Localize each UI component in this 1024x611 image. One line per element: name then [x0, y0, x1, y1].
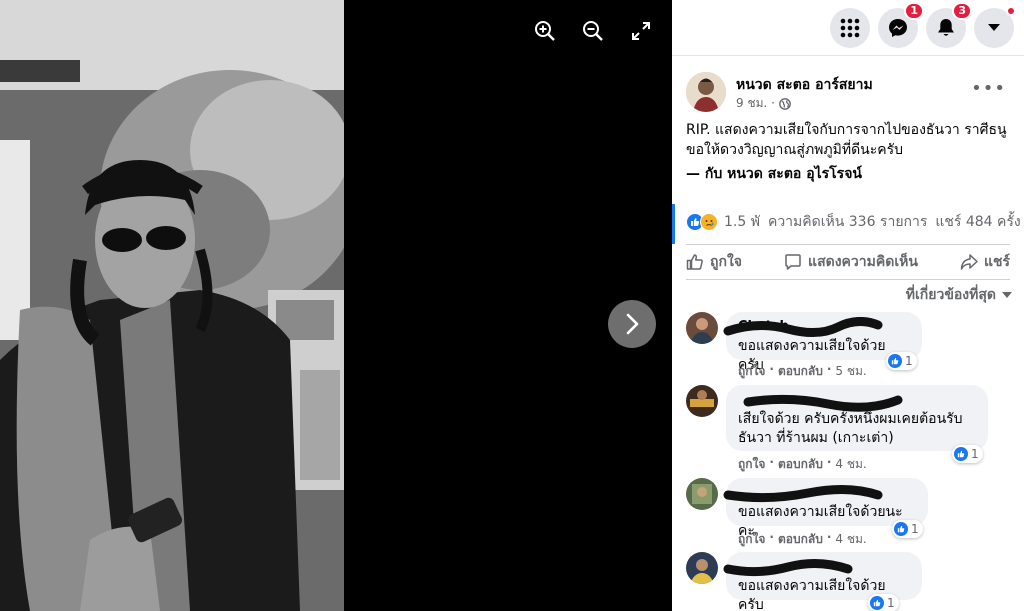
comment-like-link[interactable]: ถูกใจ: [738, 362, 765, 381]
comment-like-link[interactable]: ถูกใจ: [738, 455, 765, 474]
comment-label: แสดงความคิดเห็น: [808, 254, 918, 270]
like-label: ถูกใจ: [710, 254, 742, 270]
commenter-name[interactable]: [738, 392, 976, 412]
fullscreen-icon: [632, 22, 650, 40]
like-badge-icon: [891, 357, 899, 365]
messenger-button[interactable]: 1: [878, 1, 924, 48]
account-menu-button[interactable]: [974, 5, 1016, 48]
comment-icon: [785, 254, 801, 270]
comment-like-count[interactable]: 1: [952, 445, 983, 463]
sort-label: ที่เกี่ยวข้องที่สุด: [905, 287, 996, 303]
redaction-scribble: [743, 394, 903, 412]
comment-sort-dropdown[interactable]: ที่เกี่ยวข้องที่สุด: [906, 284, 1012, 306]
notifications-badge: 3: [952, 1, 972, 20]
share-button[interactable]: แชร์: [960, 251, 1010, 273]
commenter-name[interactable]: Chatch: [723, 317, 910, 337]
post-body: RIP. แสดงความเสียใจกับการจากไปของธันวา ร…: [686, 120, 1016, 184]
comment-button[interactable]: แสดงความคิดเห็น: [784, 251, 918, 273]
redaction-scribble: [723, 317, 883, 337]
top-navigation: 1 3: [672, 0, 1024, 56]
author-avatar[interactable]: [686, 72, 726, 112]
zoom-out-icon: [583, 21, 603, 41]
post-photo: [0, 0, 344, 611]
zoom-in-button[interactable]: [530, 16, 560, 46]
reaction-count[interactable]: 1.5 พั: [724, 211, 760, 233]
post-meta: 9 ชม. ·: [736, 94, 791, 113]
messenger-icon: [889, 18, 907, 37]
globe-icon: [779, 97, 791, 110]
post-header: หนวด สะตอ อาร์สยาม 9 ชม. · •••: [686, 68, 1014, 112]
zoom-in-icon: [535, 21, 555, 41]
meta-separator: ·: [826, 530, 832, 544]
post-text-line: ขอให้ดวงวิญญาณสู่ภพภูมิที่ดีนะครับ: [686, 142, 904, 158]
comment-like-link[interactable]: ถูกใจ: [738, 530, 765, 549]
focus-indicator: [672, 204, 675, 244]
comment-text: ธันวา ที่ร้านผม (เกาะเต่า): [738, 430, 894, 446]
like-badge-icon: [873, 599, 881, 607]
commenter-name[interactable]: [723, 559, 910, 577]
comment-like-number: 1: [887, 596, 895, 610]
more-options-icon[interactable]: •••: [971, 78, 1006, 99]
reaction-icons[interactable]: [686, 213, 718, 231]
photo-viewer: [0, 0, 672, 611]
meta-separator: ·: [769, 530, 774, 544]
redaction-scribble: [723, 484, 883, 503]
comment-like-number: 1: [905, 354, 913, 368]
sad-reaction-icon: [700, 213, 718, 231]
chevron-right-icon: [626, 313, 639, 335]
next-photo-button[interactable]: [608, 300, 656, 348]
comment-meta: ถูกใจ · ตอบกลับ · 5 ชม.: [738, 362, 867, 381]
share-label: แชร์: [983, 254, 1010, 270]
comment-bubble: เสียใจด้วย ครับครั้งหนึ่งผมเคยต้อนรับ ธั…: [726, 385, 988, 451]
menu-button[interactable]: [830, 7, 870, 48]
author-name[interactable]: หนวด สะตอ อาร์สยาม: [736, 74, 873, 96]
comment-time[interactable]: 5 ชม.: [835, 362, 866, 381]
comment-like-count[interactable]: 1: [886, 352, 917, 370]
share-icon: [960, 254, 978, 270]
fullscreen-button[interactable]: [626, 16, 656, 46]
comment-like-number: 1: [911, 522, 919, 536]
comment-bubble: ขอแสดงความเสียใจด้วยครับ: [723, 552, 922, 611]
account-alert-dot: [1006, 5, 1016, 16]
redaction-scribble: [723, 559, 853, 577]
tagged-with: — กับ หนวด สะตอ อุไรโรจน์: [686, 164, 1016, 184]
comment-like-count[interactable]: 1: [868, 594, 899, 611]
post-time[interactable]: 9 ชม. ·: [736, 94, 775, 113]
comment-meta: ถูกใจ · ตอบกลับ · 4 ชม.: [738, 455, 867, 474]
bell-icon: [938, 18, 954, 36]
meta-separator: ·: [769, 455, 774, 469]
comment-like-number: 1: [971, 447, 979, 461]
comment-reply-link[interactable]: ตอบกลับ: [778, 455, 823, 474]
comment-like-count[interactable]: 1: [892, 520, 923, 538]
meta-separator: ·: [826, 362, 832, 376]
tag-prefix: — กับ: [686, 166, 728, 182]
comment-time[interactable]: 4 ชม.: [835, 455, 866, 474]
comment-reply-link[interactable]: ตอบกลับ: [778, 530, 823, 549]
reaction-stats: 1.5 พั ความคิดเห็น 336 รายการ แชร์ 484 ค…: [686, 210, 1021, 234]
comment-bubble: ขอแสดงความเสียใจด้วยนะคะ: [723, 478, 928, 539]
post-sidebar: 1 3 หนวด สะตอ อาร์สยาม 9 ชม. · ••• RIP. …: [672, 0, 1024, 611]
caret-down-icon: [1002, 291, 1012, 298]
messenger-badge: 1: [904, 1, 924, 20]
comment-reply-link[interactable]: ตอบกลับ: [778, 362, 823, 381]
tagged-person-link[interactable]: หนวด สะตอ อุไรโรจน์: [727, 166, 862, 182]
comment-count[interactable]: ความคิดเห็น 336 รายการ: [768, 211, 927, 233]
comment-time[interactable]: 4 ชม.: [835, 530, 866, 549]
zoom-out-button[interactable]: [578, 16, 608, 46]
like-badge-icon: [897, 525, 905, 533]
post-text-line: RIP. แสดงความเสียใจกับการจากไปของธันวา ร…: [686, 122, 1007, 138]
post-actions: ถูกใจ แสดงความคิดเห็น แชร์: [686, 244, 1010, 280]
caret-down-icon: [988, 23, 1000, 31]
notifications-button[interactable]: 3: [926, 1, 972, 48]
like-badge-icon: [957, 450, 965, 458]
share-count[interactable]: แชร์ 484 ครั้ง: [935, 211, 1020, 233]
thumbs-up-icon: [686, 254, 703, 270]
meta-separator: ·: [826, 455, 832, 469]
comment-meta: ถูกใจ · ตอบกลับ · 4 ชม.: [738, 530, 867, 549]
meta-separator: ·: [769, 362, 774, 376]
grid-menu-icon: [840, 18, 860, 37]
like-button[interactable]: ถูกใจ: [686, 251, 742, 273]
commenter-name[interactable]: [723, 484, 916, 503]
